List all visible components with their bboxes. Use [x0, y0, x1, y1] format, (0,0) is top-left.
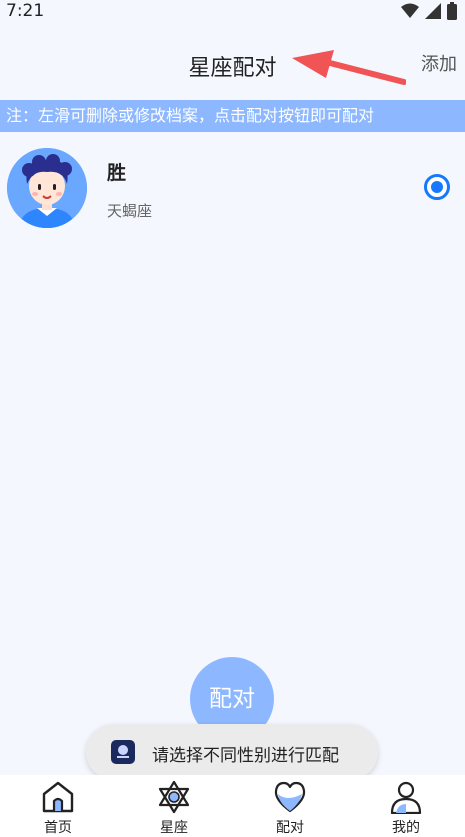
- add-button[interactable]: 添加: [421, 50, 457, 76]
- tab-match-label: 配对: [276, 820, 304, 836]
- profile-zodiac: 天蝎座: [107, 202, 153, 220]
- avatar: [7, 148, 87, 228]
- boy-avatar-icon: [7, 148, 87, 228]
- heart-icon: [274, 781, 306, 813]
- star-of-david-icon: [158, 780, 190, 814]
- status-time: 7:21: [6, 1, 45, 21]
- toast-text: 请选择不同性别进行匹配: [152, 746, 339, 766]
- tab-zodiac[interactable]: 星座: [116, 775, 232, 837]
- profile-name: 胜: [107, 162, 127, 184]
- notice-banner: 注：左滑可删除或修改档案，点击配对按钮即可配对: [0, 100, 465, 132]
- signal-icon: [425, 3, 441, 19]
- app-logo-icon: [111, 740, 135, 764]
- tab-profile[interactable]: 我的: [348, 775, 464, 837]
- annotation-arrow-icon: [292, 50, 406, 85]
- status-icons: [401, 2, 457, 20]
- tab-zodiac-label: 星座: [160, 820, 188, 836]
- profile-select-radio[interactable]: [424, 174, 450, 200]
- wifi-icon: [401, 3, 419, 18]
- home-icon: [42, 781, 74, 813]
- tab-profile-label: 我的: [392, 820, 420, 836]
- person-icon: [390, 781, 422, 814]
- toast-message: 请选择不同性别进行匹配: [86, 724, 378, 780]
- bottom-tab-bar: 首页 星座 配对 我的: [0, 775, 465, 837]
- tab-home-label: 首页: [44, 820, 72, 836]
- battery-icon: [447, 2, 457, 20]
- tab-match[interactable]: 配对: [232, 775, 348, 837]
- list-item[interactable]: 胜 天蝎座: [0, 146, 465, 230]
- tab-home[interactable]: 首页: [0, 775, 116, 837]
- status-bar: 7:21: [0, 0, 465, 24]
